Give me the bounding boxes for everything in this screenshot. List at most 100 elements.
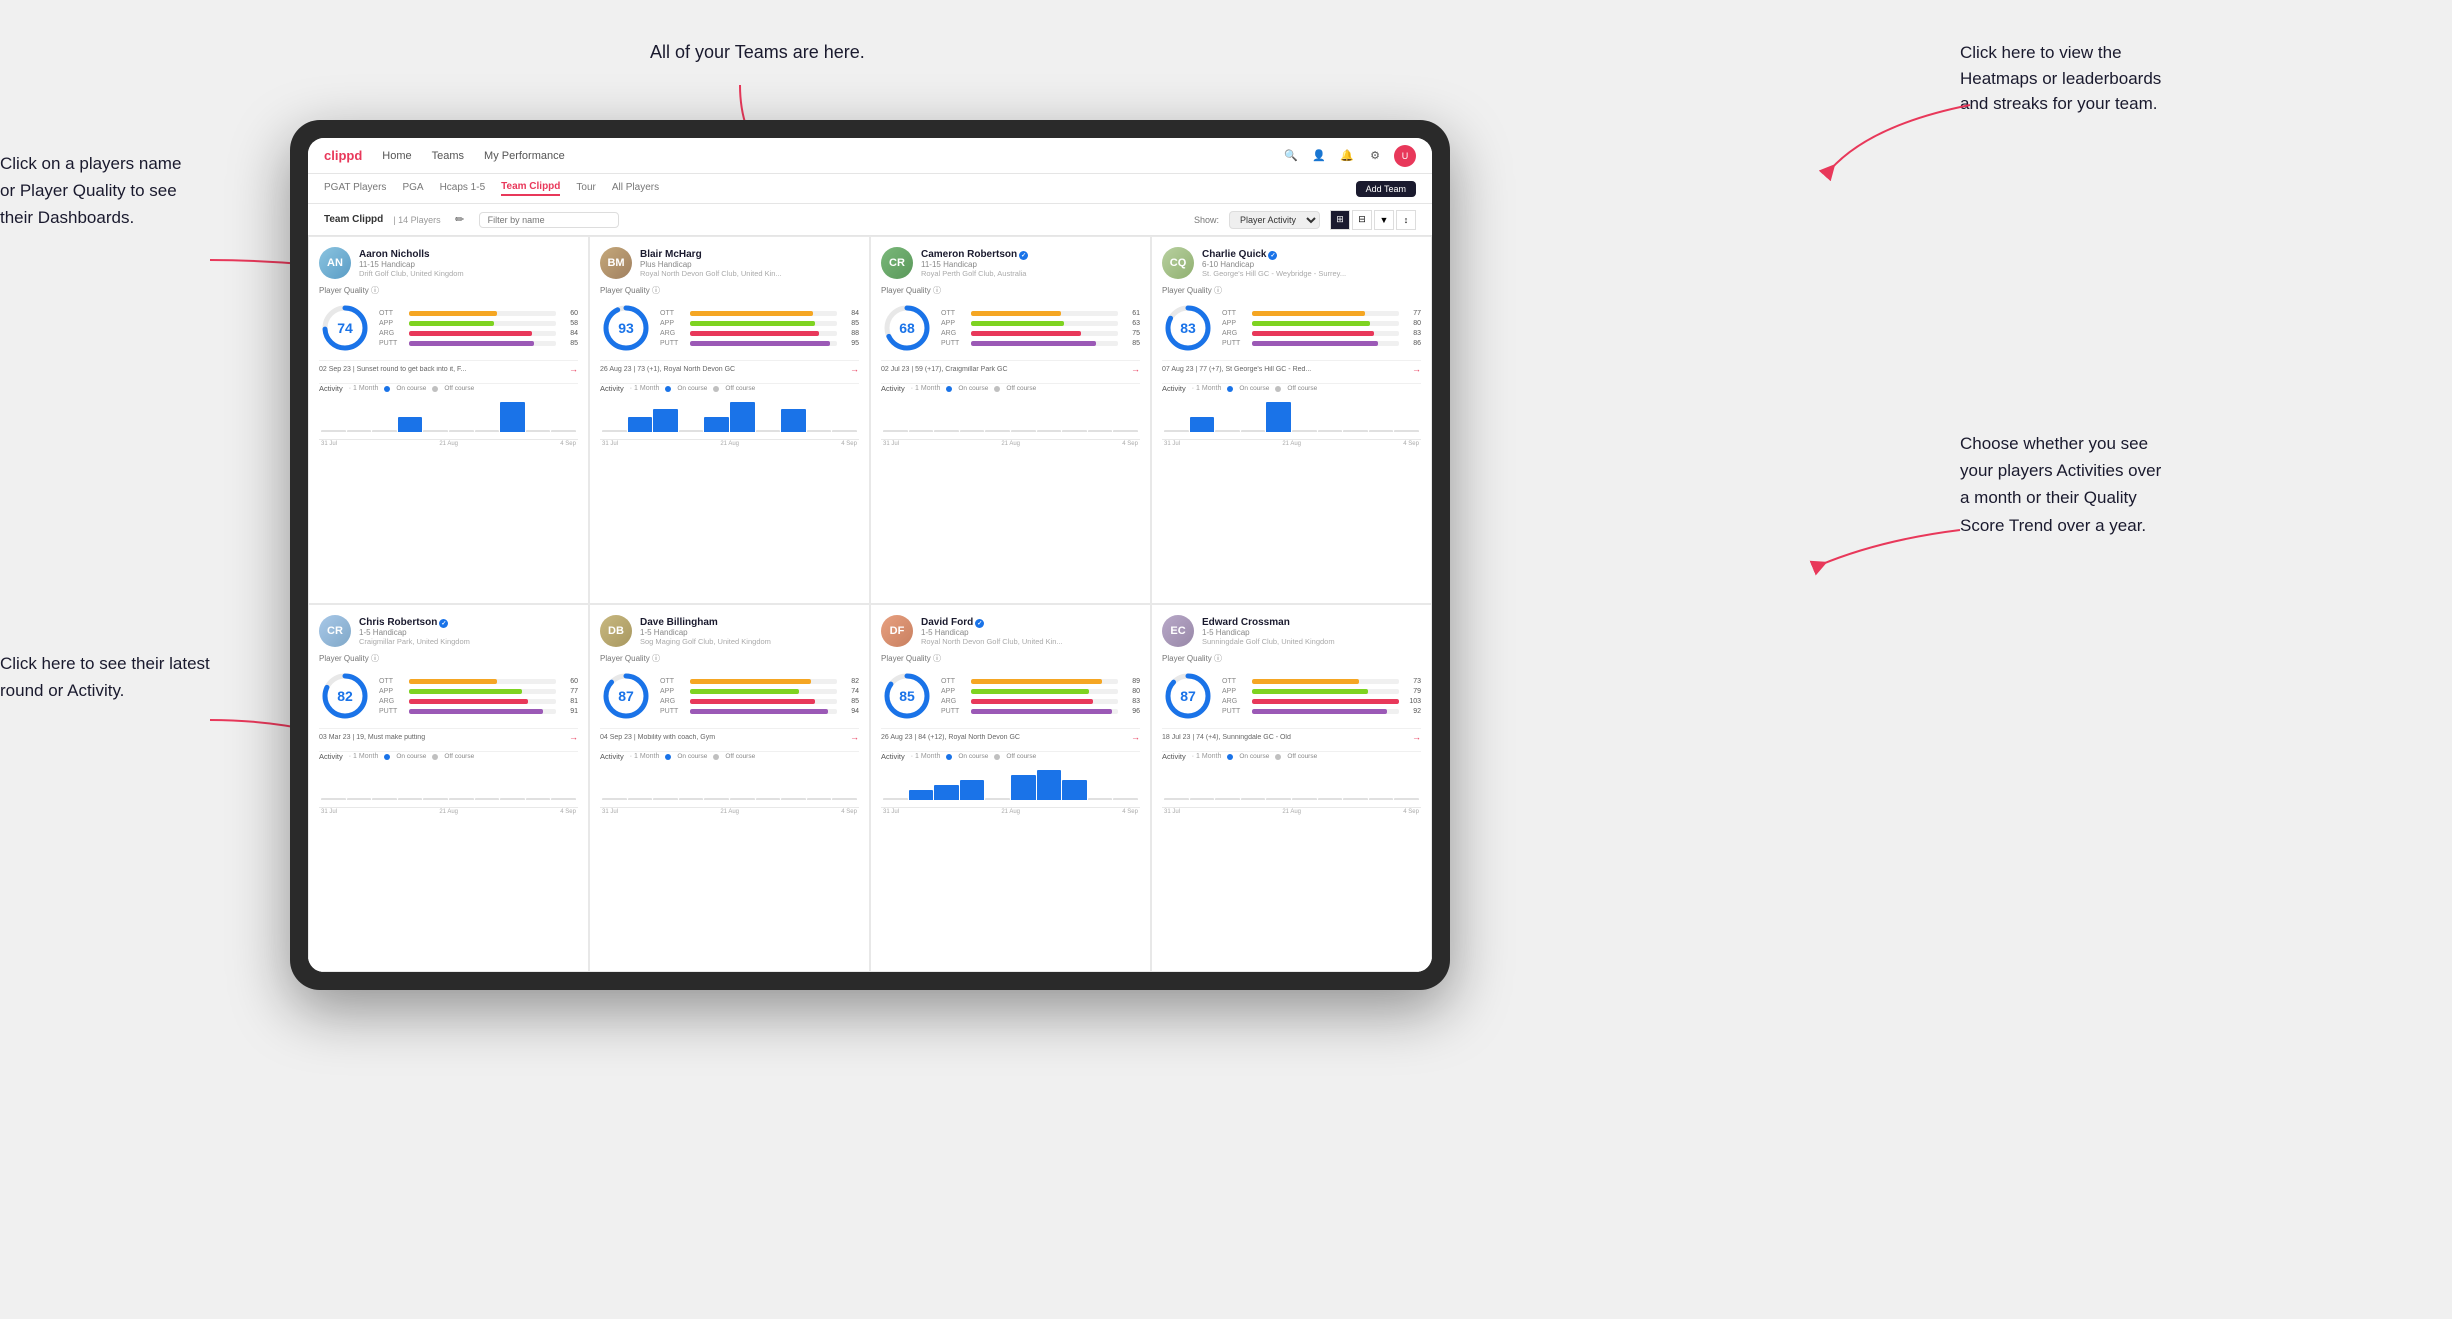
tab-tour[interactable]: Tour bbox=[576, 182, 595, 195]
activity-arrow[interactable]: → bbox=[1412, 364, 1421, 374]
quality-donut[interactable]: 82 bbox=[319, 670, 371, 722]
quality-donut[interactable]: 87 bbox=[1162, 670, 1214, 722]
activity-section: Activity · 1 Month On course Off course … bbox=[1162, 383, 1421, 448]
player-handicap: 11-15 Handicap bbox=[921, 260, 1140, 269]
stat-row-ott: OTT 84 bbox=[660, 310, 859, 317]
quality-section[interactable]: 87 OTT 82 APP 74 ARG 85 PUTT 94 bbox=[600, 670, 859, 722]
tablet-frame: clippd Home Teams My Performance 🔍 👤 🔔 ⚙… bbox=[290, 120, 1450, 990]
player-avatar[interactable]: DF bbox=[881, 615, 913, 647]
add-team-button[interactable]: Add Team bbox=[1356, 181, 1416, 197]
player-avatar[interactable]: BM bbox=[600, 247, 632, 279]
team-header: Team Clippd | 14 Players ✏ Show: Player … bbox=[308, 204, 1432, 236]
player-card: AN Aaron Nicholls 11-15 Handicap Drift G… bbox=[308, 236, 589, 604]
activity-arrow[interactable]: → bbox=[1131, 732, 1140, 742]
stats-bars: OTT 77 APP 80 ARG 83 PUTT 86 bbox=[1222, 310, 1421, 347]
player-name[interactable]: David Ford✓ bbox=[921, 617, 1140, 628]
player-avatar[interactable]: EC bbox=[1162, 615, 1194, 647]
quality-section[interactable]: 93 OTT 84 APP 85 ARG 88 PUTT 95 bbox=[600, 302, 859, 354]
player-handicap: 1-5 Handicap bbox=[640, 628, 859, 637]
stat-row-putt: PUTT 94 bbox=[660, 708, 859, 715]
quality-label: Player Quality ⓘ bbox=[319, 285, 578, 296]
bell-icon[interactable]: 🔔 bbox=[1338, 147, 1356, 165]
verified-badge: ✓ bbox=[439, 619, 448, 628]
verified-badge: ✓ bbox=[1268, 251, 1277, 260]
quality-section[interactable]: 82 OTT 60 APP 77 ARG 81 PUTT 91 bbox=[319, 670, 578, 722]
tab-pga[interactable]: PGA bbox=[402, 182, 423, 195]
player-header: CR Cameron Robertson✓ 11-15 Handicap Roy… bbox=[881, 247, 1140, 279]
player-avatar[interactable]: CR bbox=[881, 247, 913, 279]
stat-row-app: APP 74 bbox=[660, 688, 859, 695]
activity-arrow[interactable]: → bbox=[1412, 732, 1421, 742]
activity-arrow[interactable]: → bbox=[569, 364, 578, 374]
quality-donut[interactable]: 87 bbox=[600, 670, 652, 722]
activity-arrow[interactable]: → bbox=[569, 732, 578, 742]
user-avatar[interactable]: U bbox=[1394, 145, 1416, 167]
quality-section[interactable]: 83 OTT 77 APP 80 ARG 83 PUTT 86 bbox=[1162, 302, 1421, 354]
player-name[interactable]: Blair McHarg bbox=[640, 249, 859, 260]
stat-row-arg: ARG 83 bbox=[1222, 330, 1421, 337]
quality-section[interactable]: 74 OTT 60 APP 58 ARG 84 PUTT 85 bbox=[319, 302, 578, 354]
player-name[interactable]: Edward Crossman bbox=[1202, 617, 1421, 628]
quality-donut[interactable]: 93 bbox=[600, 302, 652, 354]
quality-section[interactable]: 87 OTT 73 APP 79 ARG 103 PUTT 92 bbox=[1162, 670, 1421, 722]
view-filter[interactable]: ▼ bbox=[1374, 210, 1394, 230]
player-name[interactable]: Cameron Robertson✓ bbox=[921, 249, 1140, 260]
settings-icon[interactable]: ⚙ bbox=[1366, 147, 1384, 165]
person-icon[interactable]: 👤 bbox=[1310, 147, 1328, 165]
player-handicap: 11-15 Handicap bbox=[359, 260, 578, 269]
stat-row-ott: OTT 73 bbox=[1222, 678, 1421, 685]
nav-bar: clippd Home Teams My Performance 🔍 👤 🔔 ⚙… bbox=[308, 138, 1432, 174]
player-card: CQ Charlie Quick✓ 6-10 Handicap St. Geor… bbox=[1151, 236, 1432, 604]
quality-section[interactable]: 85 OTT 89 APP 80 ARG 83 PUTT 96 bbox=[881, 670, 1140, 722]
player-avatar[interactable]: CR bbox=[319, 615, 351, 647]
player-name[interactable]: Aaron Nicholls bbox=[359, 249, 578, 260]
player-card: CR Cameron Robertson✓ 11-15 Handicap Roy… bbox=[870, 236, 1151, 604]
player-avatar[interactable]: CQ bbox=[1162, 247, 1194, 279]
player-name[interactable]: Charlie Quick✓ bbox=[1202, 249, 1421, 260]
view-sort[interactable]: ↕ bbox=[1396, 210, 1416, 230]
tab-hcaps[interactable]: Hcaps 1-5 bbox=[440, 182, 486, 195]
team-title: Team Clippd bbox=[324, 214, 383, 225]
quality-donut[interactable]: 85 bbox=[881, 670, 933, 722]
recent-activity: 26 Aug 23 | 84 (+12), Royal North Devon … bbox=[881, 728, 1140, 745]
player-name[interactable]: Dave Billingham bbox=[640, 617, 859, 628]
player-club: Royal North Devon Golf Club, United Kin.… bbox=[921, 637, 1140, 646]
quality-donut[interactable]: 68 bbox=[881, 302, 933, 354]
player-club: Sunningdale Golf Club, United Kingdom bbox=[1202, 637, 1421, 646]
player-name[interactable]: Chris Robertson✓ bbox=[359, 617, 578, 628]
activity-arrow[interactable]: → bbox=[1131, 364, 1140, 374]
chart-area bbox=[881, 396, 1140, 440]
quality-donut[interactable]: 74 bbox=[319, 302, 371, 354]
players-annotation: Click on a players nameor Player Quality… bbox=[0, 150, 181, 232]
chart-area bbox=[600, 396, 859, 440]
player-header: DB Dave Billingham 1-5 Handicap Sog Magi… bbox=[600, 615, 859, 647]
show-select[interactable]: Player Activity Quality Trend bbox=[1229, 211, 1320, 229]
stat-row-app: APP 80 bbox=[1222, 320, 1421, 327]
filter-input[interactable] bbox=[479, 212, 619, 228]
heatmap-annotation: Click here to view theHeatmaps or leader… bbox=[1960, 40, 2161, 117]
stat-row-arg: ARG 85 bbox=[660, 698, 859, 705]
activity-section: Activity · 1 Month On course Off course … bbox=[1162, 751, 1421, 816]
search-icon[interactable]: 🔍 bbox=[1282, 147, 1300, 165]
activity-section: Activity · 1 Month On course Off course … bbox=[319, 751, 578, 816]
player-avatar[interactable]: AN bbox=[319, 247, 351, 279]
quality-section[interactable]: 68 OTT 61 APP 63 ARG 75 PUTT 85 bbox=[881, 302, 1140, 354]
nav-teams[interactable]: Teams bbox=[432, 150, 464, 162]
quality-donut[interactable]: 83 bbox=[1162, 302, 1214, 354]
nav-home[interactable]: Home bbox=[382, 150, 411, 162]
player-card: EC Edward Crossman 1-5 Handicap Sunningd… bbox=[1151, 604, 1432, 972]
stat-row-app: APP 63 bbox=[941, 320, 1140, 327]
edit-icon[interactable]: ✏ bbox=[451, 211, 469, 229]
activity-arrow[interactable]: → bbox=[850, 364, 859, 374]
player-handicap: 6-10 Handicap bbox=[1202, 260, 1421, 269]
player-avatar[interactable]: DB bbox=[600, 615, 632, 647]
view-grid-large[interactable]: ⊞ bbox=[1330, 210, 1350, 230]
sub-nav: PGAT Players PGA Hcaps 1-5 Team Clippd T… bbox=[308, 174, 1432, 204]
activity-arrow[interactable]: → bbox=[850, 732, 859, 742]
activity-section: Activity · 1 Month On course Off course … bbox=[881, 383, 1140, 448]
tab-team-clippd[interactable]: Team Clippd bbox=[501, 181, 560, 196]
nav-performance[interactable]: My Performance bbox=[484, 150, 565, 162]
view-grid-small[interactable]: ⊟ bbox=[1352, 210, 1372, 230]
tab-pgat-players[interactable]: PGAT Players bbox=[324, 182, 386, 195]
tab-all-players[interactable]: All Players bbox=[612, 182, 659, 195]
